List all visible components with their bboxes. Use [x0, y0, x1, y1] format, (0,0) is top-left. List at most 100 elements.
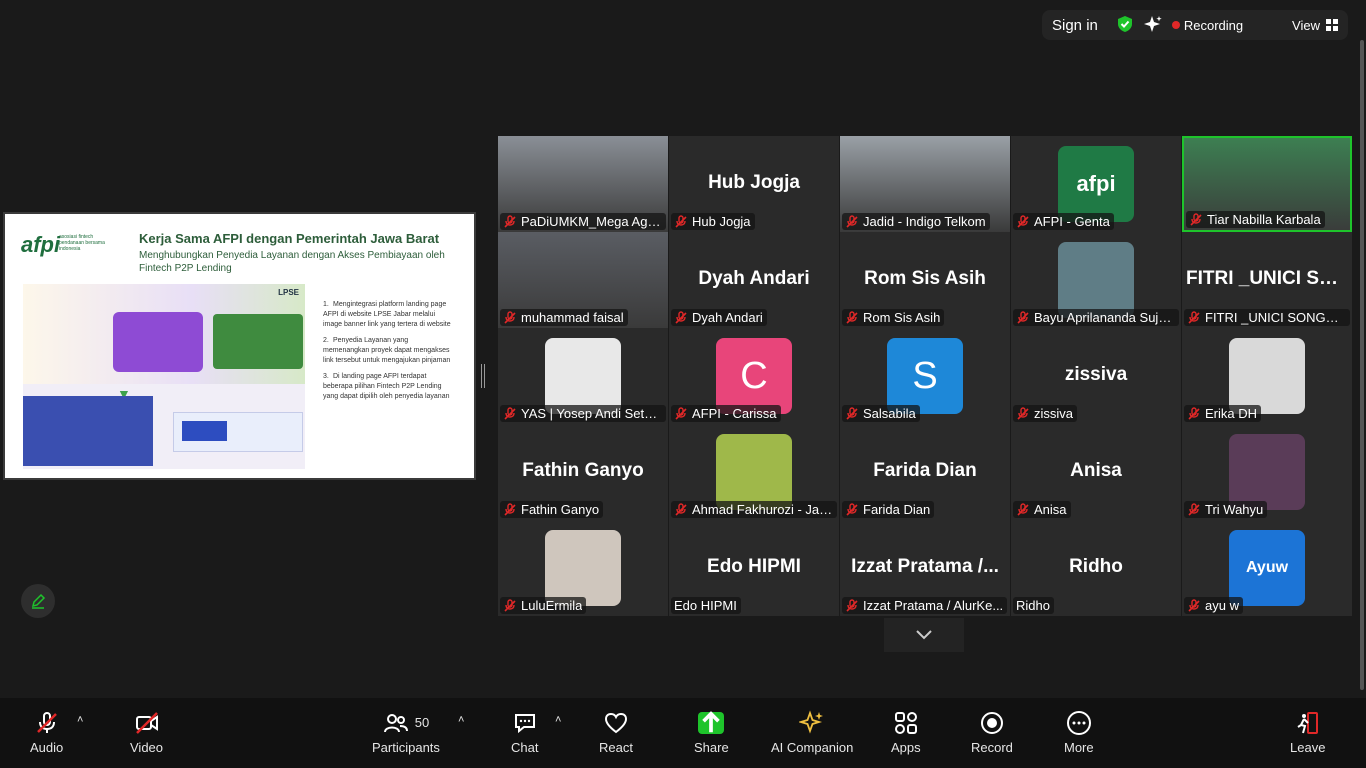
- share-label: Share: [694, 740, 729, 755]
- mic-muted-icon: [1187, 502, 1205, 517]
- participant-tile[interactable]: Anisa Anisa: [1011, 424, 1181, 520]
- participant-tile[interactable]: Hub Jogja Hub Jogja: [669, 136, 839, 232]
- record-button[interactable]: Record: [971, 710, 1013, 755]
- lpse-banner: LPSE: [23, 284, 305, 384]
- participant-nameplate: Anisa: [1013, 501, 1071, 518]
- afpi-logo: afpi: [21, 232, 61, 257]
- participant-nameplate: Izzat Pratama / AlurKe...: [842, 597, 1008, 614]
- participant-tile[interactable]: PaDiUMKM_Mega Agu...: [498, 136, 668, 232]
- chat-button[interactable]: Chat: [511, 710, 538, 755]
- participant-tile[interactable]: muhammad faisal: [498, 232, 668, 328]
- participant-name: Izzat Pratama / AlurKe...: [863, 598, 1004, 613]
- participant-tile[interactable]: Edo HIPMI Edo HIPMI: [669, 520, 839, 616]
- react-label: React: [599, 740, 633, 755]
- sparkle-icon[interactable]: [1143, 15, 1162, 36]
- participants-icon: [383, 714, 408, 733]
- participant-name: AFPI - Genta: [1034, 214, 1110, 229]
- participants-options-caret[interactable]: ˄: [458, 714, 464, 726]
- participant-name: Anisa: [1034, 502, 1067, 517]
- participant-name: LuluErmila: [521, 598, 583, 613]
- video-gallery: PaDiUMKM_Mega Agu... Hub Jogja Hub Jogja Ja…: [498, 136, 1352, 616]
- participant-name: Ridho: [1016, 598, 1050, 613]
- participant-tile[interactable]: Rom Sis Asih Rom Sis Asih: [840, 232, 1010, 328]
- participant-tile[interactable]: Jadid - Indigo Telkom: [840, 136, 1010, 232]
- participant-tile[interactable]: LuluErmila: [498, 520, 668, 616]
- participant-tile[interactable]: afpi AFPI - Genta: [1011, 136, 1181, 232]
- participant-tile[interactable]: YAS | Yosep Andi Setya...: [498, 328, 668, 424]
- participant-avatar: [1229, 338, 1305, 414]
- mic-muted-icon: [674, 310, 692, 325]
- list-text: Penyedia Layanan yang memenangkan proyek…: [323, 337, 451, 364]
- participant-nameplate: AFPI - Carissa: [671, 405, 781, 422]
- mic-muted-icon: [674, 502, 692, 517]
- participant-display-name: Ridho: [1069, 556, 1123, 577]
- splitter-handle[interactable]: [481, 364, 485, 388]
- react-button[interactable]: React: [599, 710, 633, 755]
- share-button[interactable]: Share: [694, 710, 729, 755]
- scrollbar[interactable]: [1358, 0, 1366, 698]
- chat-options-caret[interactable]: ˄: [555, 714, 561, 726]
- view-label: View: [1292, 17, 1320, 33]
- participant-tile[interactable]: Ahmad Fakhurozi - Jav...: [669, 424, 839, 520]
- participant-nameplate: PaDiUMKM_Mega Agu...: [500, 213, 666, 230]
- annotate-button[interactable]: [21, 584, 55, 618]
- mic-muted-icon: [1016, 214, 1034, 229]
- mic-muted-icon: [1187, 310, 1205, 325]
- participant-name: ayu w: [1205, 598, 1239, 613]
- mic-muted-icon: [1016, 310, 1034, 325]
- participants-button[interactable]: 50 Participants: [372, 710, 440, 755]
- audio-button[interactable]: Audio: [30, 710, 63, 755]
- participant-avatar: [545, 338, 621, 414]
- record-icon: [980, 712, 1003, 734]
- participant-name: muhammad faisal: [521, 310, 624, 325]
- participant-tile[interactable]: Farida Dian Farida Dian: [840, 424, 1010, 520]
- participant-tile[interactable]: FITRI _UNICI SO... FITRI _UNICI SONGKET: [1182, 232, 1352, 328]
- participant-tile[interactable]: Fathin Ganyo Fathin Ganyo: [498, 424, 668, 520]
- participant-name: Jadid - Indigo Telkom: [863, 214, 986, 229]
- audio-options-caret[interactable]: ˄: [77, 714, 83, 726]
- participant-tile[interactable]: Bayu Aprilananda Suja...: [1011, 232, 1181, 328]
- view-button[interactable]: View: [1292, 18, 1338, 33]
- participant-tile[interactable]: S Salsabila: [840, 328, 1010, 424]
- mic-muted-icon: [503, 598, 521, 613]
- participant-tile[interactable]: Erika DH: [1182, 328, 1352, 424]
- participant-tile[interactable]: Dyah Andari Dyah Andari: [669, 232, 839, 328]
- participants-label: Participants: [372, 740, 440, 755]
- recording-indicator[interactable]: Recording: [1171, 18, 1243, 33]
- participant-name: Fathin Ganyo: [521, 502, 600, 517]
- participant-tile[interactable]: Izzat Pratama /... Izzat Pratama / AlurKe…: [840, 520, 1010, 616]
- video-button[interactable]: Video: [130, 710, 163, 755]
- apps-button[interactable]: Apps: [891, 710, 921, 755]
- participant-name: Tiar Nabilla Karbala: [1207, 212, 1321, 227]
- gallery-expand-button[interactable]: [884, 618, 964, 652]
- mic-muted-icon: [503, 214, 521, 229]
- sign-in-link[interactable]: Sign in: [1052, 17, 1098, 34]
- participants-count: 50: [414, 714, 430, 730]
- scrollbar-thumb[interactable]: [1360, 40, 1364, 690]
- participant-nameplate: Jadid - Indigo Telkom: [842, 213, 990, 230]
- participant-display-name: Hub Jogja: [708, 172, 800, 193]
- participant-name: Tri Wahyu: [1205, 502, 1264, 517]
- participant-tile[interactable]: zissiva zissiva: [1011, 328, 1181, 424]
- list-number: 2.: [323, 337, 329, 344]
- more-button[interactable]: More: [1064, 710, 1094, 755]
- ai-companion-label: AI Companion: [771, 740, 854, 755]
- tender-banner: [213, 314, 303, 369]
- participant-nameplate: LuluErmila: [500, 597, 587, 614]
- participant-name: Bayu Aprilananda Suja...: [1034, 310, 1175, 325]
- participant-tile[interactable]: C AFPI - Carissa: [669, 328, 839, 424]
- ai-companion-button[interactable]: AI Companion: [771, 710, 853, 755]
- participant-tile[interactable]: Tri Wahyu: [1182, 424, 1352, 520]
- participant-avatar: [1229, 434, 1305, 510]
- leave-button[interactable]: Leave: [1290, 710, 1325, 755]
- list-text: Mengintegrasi platform landing page AFPI…: [323, 301, 451, 328]
- participant-name: Rom Sis Asih: [863, 310, 941, 325]
- participant-tile[interactable]: Tiar Nabilla Karbala: [1182, 136, 1352, 232]
- participant-tile[interactable]: Ayuw ayu w: [1182, 520, 1352, 616]
- fintech-logo-block: [182, 421, 227, 441]
- shared-screen[interactable]: afpi asosiasi fintech pendanaan bersama …: [3, 212, 476, 480]
- shield-icon[interactable]: [1116, 15, 1134, 36]
- participant-name: PaDiUMKM_Mega Agu...: [521, 214, 662, 229]
- mic-muted-icon: [1016, 406, 1034, 421]
- participant-tile[interactable]: Ridho Ridho: [1011, 520, 1181, 616]
